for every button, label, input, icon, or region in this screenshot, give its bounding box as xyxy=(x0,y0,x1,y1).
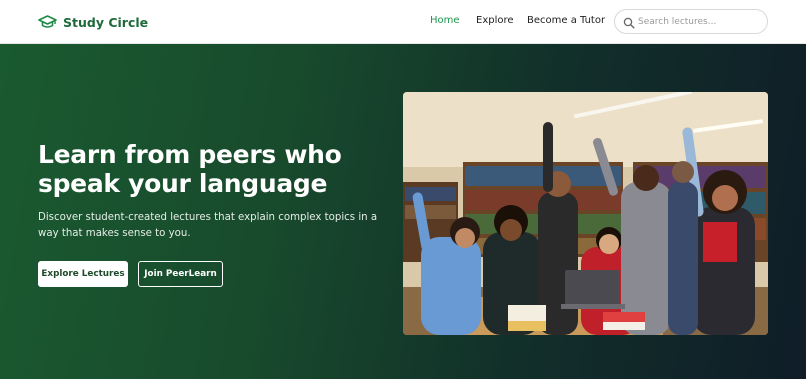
search-box xyxy=(614,9,768,34)
hero-title: Learn from peers who speak your language xyxy=(38,140,342,198)
explore-lectures-button[interactable]: Explore Lectures xyxy=(38,261,128,287)
nav-link-become-tutor[interactable]: Become a Tutor xyxy=(527,15,605,26)
hero-section: Learn from peers who speak your language… xyxy=(0,44,806,379)
nav-link-explore[interactable]: Explore xyxy=(476,15,514,26)
navbar: Study Circle Home Explore Become a Tutor xyxy=(0,0,806,44)
nav-link-home[interactable]: Home xyxy=(430,15,460,26)
hero-image xyxy=(403,92,768,335)
search-icon xyxy=(623,16,635,34)
graduation-cap-icon xyxy=(38,15,57,29)
join-peerlearn-button[interactable]: Join PeerLearn xyxy=(138,261,223,287)
hero-subtitle: Discover student-created lectures that e… xyxy=(38,212,378,239)
brand-name: Study Circle xyxy=(63,14,149,30)
brand-logo[interactable]: Study Circle xyxy=(38,12,148,32)
search-input[interactable] xyxy=(638,13,760,31)
